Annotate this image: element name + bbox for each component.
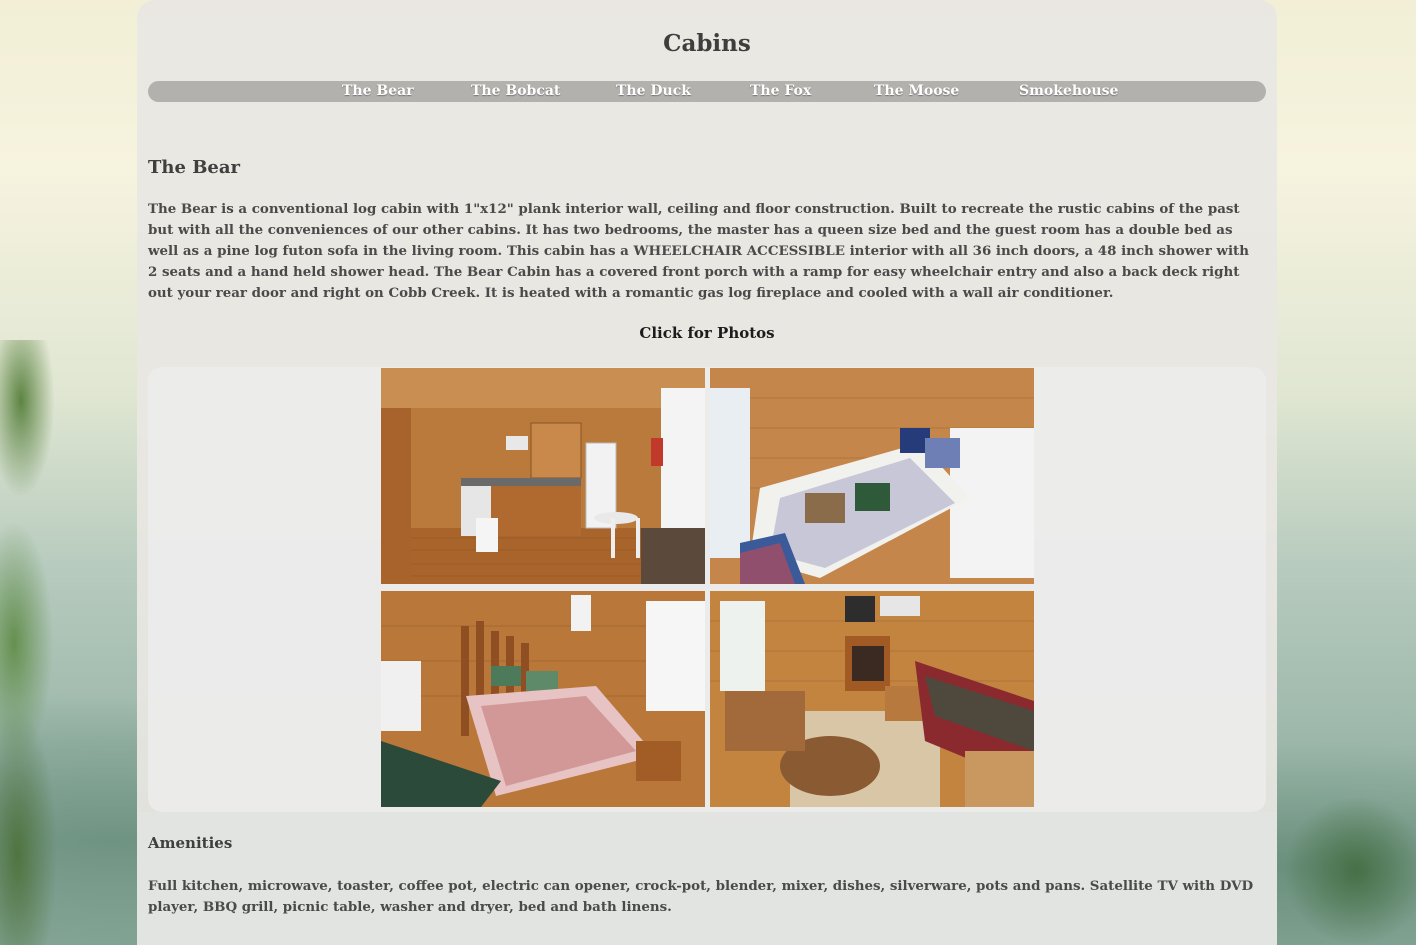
nav-item-smokehouse[interactable]: Smokehouse bbox=[1019, 81, 1118, 102]
click-for-photos-link[interactable]: Click for Photos bbox=[137, 324, 1277, 342]
background-tree-left bbox=[0, 340, 70, 945]
nav-item-the-fox[interactable]: The Fox bbox=[750, 81, 811, 102]
nav-item-the-bear[interactable]: The Bear bbox=[342, 81, 414, 102]
nav-item-the-moose[interactable]: The Moose bbox=[874, 81, 959, 102]
photo-living-room[interactable] bbox=[710, 591, 1034, 807]
photo-kitchen[interactable] bbox=[381, 368, 705, 584]
cabin-name-heading: The Bear bbox=[148, 157, 241, 178]
kitchen-photo-image bbox=[381, 368, 705, 584]
page-title: Cabins bbox=[663, 30, 751, 57]
background-tree-right bbox=[1266, 760, 1416, 945]
guest-bedroom-photo-image bbox=[710, 368, 1034, 584]
photo-master-bedroom[interactable] bbox=[381, 591, 705, 807]
living-room-photo-image bbox=[710, 591, 1034, 807]
nav-item-the-bobcat[interactable]: The Bobcat bbox=[471, 81, 560, 102]
photo-guest-bedroom[interactable] bbox=[710, 368, 1034, 584]
content-panel: Cabins The Bear The Bobcat The Duck The … bbox=[137, 0, 1277, 945]
master-bedroom-photo-image bbox=[381, 591, 705, 807]
cabin-description: The Bear is a conventional log cabin wit… bbox=[148, 201, 1249, 301]
nav-item-the-duck[interactable]: The Duck bbox=[616, 81, 691, 102]
amenities-text: Full kitchen, microwave, toaster, coffee… bbox=[148, 878, 1254, 915]
amenities-heading: Amenities bbox=[148, 834, 233, 852]
photo-gallery bbox=[148, 367, 1266, 812]
cabin-nav-bar: The Bear The Bobcat The Duck The Fox The… bbox=[148, 81, 1266, 102]
